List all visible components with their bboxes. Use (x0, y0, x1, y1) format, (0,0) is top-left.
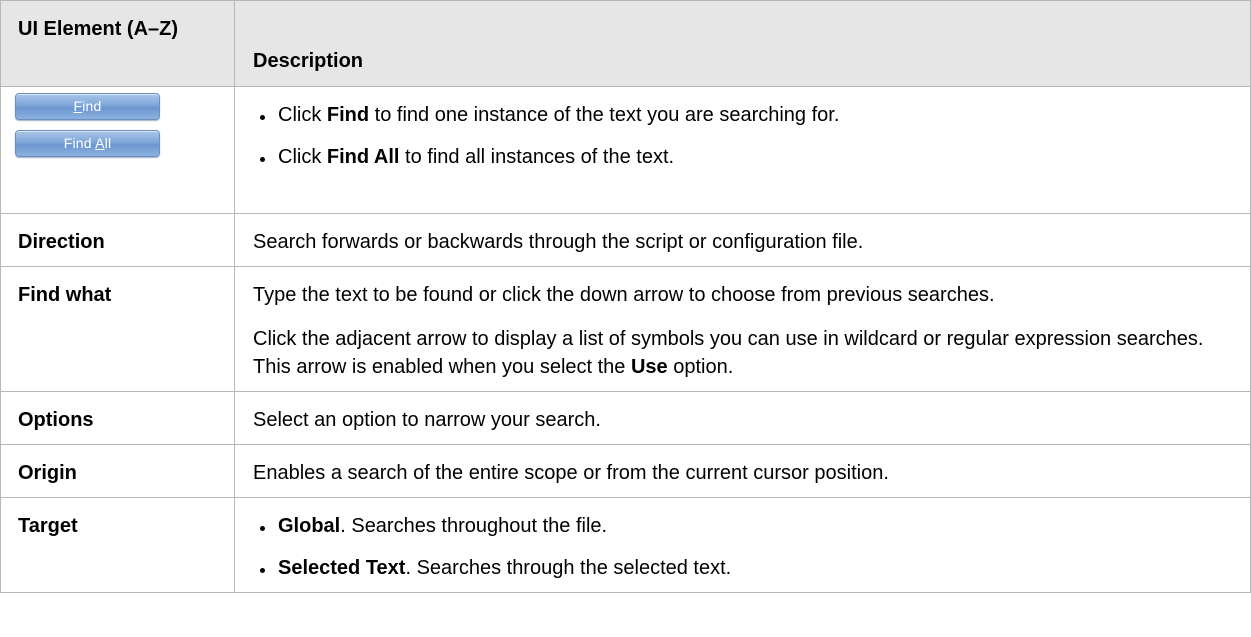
description-paragraph: Click the adjacent arrow to display a li… (253, 328, 1204, 378)
ui-element-cell: Options (0, 391, 235, 445)
list-item: Click Find to find one instance of the t… (253, 101, 1236, 129)
table-row: Origin Enables a search of the entire sc… (0, 444, 1251, 498)
table-row: Find what Type the text to be found or c… (0, 266, 1251, 392)
ui-element-cell: Direction (0, 213, 235, 267)
header-description: Description (234, 0, 1251, 87)
find-all-button: Find All (15, 130, 160, 157)
bullet-list: Global. Searches throughout the file. Se… (253, 512, 1236, 582)
table-header-row: UI Element (A–Z) Description (0, 0, 1251, 87)
description-cell: Search forwards or backwards through the… (234, 213, 1251, 267)
list-item: Selected Text. Searches through the sele… (253, 554, 1236, 582)
description-cell: Type the text to be found or click the d… (234, 266, 1251, 392)
description-cell: Enables a search of the entire scope or … (234, 444, 1251, 498)
list-item: Click Find All to find all instances of … (253, 143, 1236, 171)
table-row: Target Global. Searches throughout the f… (0, 497, 1251, 593)
ui-element-reference-table: UI Element (A–Z) Description Find Find A… (0, 0, 1251, 593)
ui-element-cell: Target (0, 497, 235, 593)
description-cell: Select an option to narrow your search. (234, 391, 1251, 445)
ui-element-cell: Find what (0, 266, 235, 392)
table-row: Direction Search forwards or backwards t… (0, 213, 1251, 267)
list-item: Global. Searches throughout the file. (253, 512, 1236, 540)
description-paragraph: Type the text to be found or click the d… (253, 284, 995, 306)
bullet-list: Click Find to find one instance of the t… (253, 101, 1236, 171)
description-cell: Global. Searches throughout the file. Se… (234, 497, 1251, 593)
find-button: Find (15, 93, 160, 120)
ui-element-cell: Origin (0, 444, 235, 498)
table-row: Options Select an option to narrow your … (0, 391, 1251, 445)
header-ui-element: UI Element (A–Z) (0, 0, 235, 87)
description-cell: Click Find to find one instance of the t… (234, 86, 1251, 214)
ui-element-cell: Find Find All (0, 86, 235, 214)
find-buttons-image: Find Find All (15, 93, 224, 157)
table-row: Find Find All Click Find to find one ins… (0, 86, 1251, 214)
